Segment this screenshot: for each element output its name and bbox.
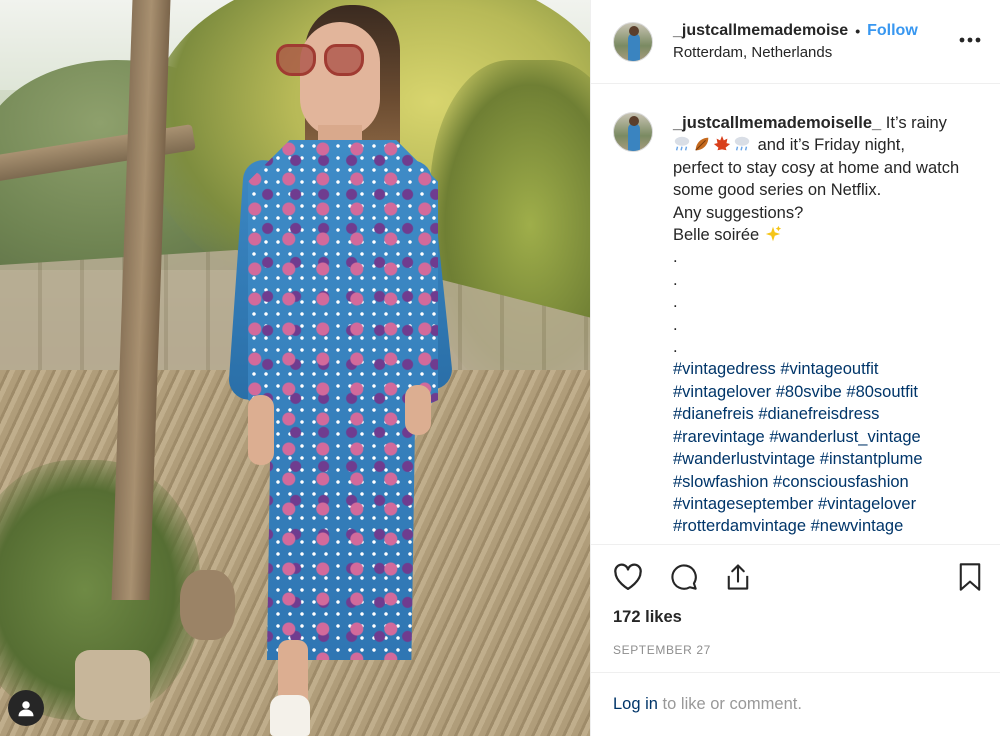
photo-stone: [75, 650, 150, 720]
heart-icon: [614, 563, 642, 590]
post-header: _justcallmemademoise • Follow Rotterdam,…: [591, 0, 1000, 84]
share-button[interactable]: [721, 560, 755, 594]
hashtag-link[interactable]: #80svibe: [776, 383, 842, 401]
caption-dot: .: [673, 248, 678, 267]
login-bar: Log in to like or comment.: [591, 672, 1000, 736]
post-date[interactable]: SEPTEMBER 27: [613, 643, 711, 657]
caption-text: _justcallmemademoiselle_ It’s rainy and …: [673, 112, 991, 544]
sparkles-icon: [765, 225, 781, 242]
caption-dot: .: [673, 293, 678, 312]
caption-text-2: and it’s Friday night,: [753, 136, 905, 155]
hashtag-link[interactable]: #dianefreis: [673, 405, 754, 423]
photo-person-shoe: [270, 695, 310, 736]
photo-person-hand: [405, 385, 431, 435]
photo-person-face: [300, 22, 380, 137]
photo-person-sunglasses: [276, 44, 368, 78]
hashtag-link[interactable]: #vintagedress: [673, 360, 776, 378]
photo-rock: [180, 570, 235, 640]
location-link[interactable]: Rotterdam, Netherlands: [673, 44, 918, 61]
caption-line-5: Any suggestions?: [673, 203, 804, 222]
user-icon: [18, 701, 34, 717]
hashtag-link[interactable]: #vintagelover: [673, 383, 771, 401]
hashtag-link[interactable]: #vintageoutfit: [780, 360, 878, 378]
photo-person-hand: [248, 395, 274, 465]
header-username[interactable]: _justcallmemademoise: [673, 22, 848, 40]
caption-line-4: some good series on Netflix.: [673, 181, 882, 200]
caption-dot: .: [673, 338, 678, 357]
hashtag-link[interactable]: #vintagelover: [818, 495, 916, 513]
hashtag-link[interactable]: #rotterdamvintage: [673, 517, 806, 535]
caption-line-6: Belle soirée: [673, 226, 760, 245]
hashtag-link[interactable]: #slowfashion: [673, 473, 768, 491]
caption-username[interactable]: _justcallmemademoiselle_: [673, 114, 881, 132]
caption-dot: .: [673, 270, 678, 289]
comment-button[interactable]: [667, 560, 701, 594]
caption-area: _justcallmemademoiselle_ It’s rainy and …: [591, 84, 1000, 545]
caption-dot: .: [673, 315, 678, 334]
likes-count[interactable]: 172 likes: [613, 608, 682, 627]
avatar[interactable]: [613, 21, 653, 62]
hashtag-link[interactable]: #vintageseptember: [673, 495, 813, 513]
like-button[interactable]: [611, 560, 645, 594]
caption-text-1: It’s rainy: [881, 114, 947, 132]
separator-dot: •: [855, 23, 861, 39]
post-photo[interactable]: [0, 0, 590, 736]
tagged-user-button[interactable]: [8, 690, 44, 726]
rain-cloud-icon: [734, 137, 750, 151]
hashtag-link[interactable]: #wanderlust_vintage: [769, 428, 920, 446]
hashtag-link[interactable]: #consciousfashion: [773, 473, 909, 491]
post-sidebar: _justcallmemademoise • Follow Rotterdam,…: [590, 0, 1000, 736]
login-prompt: to like or comment.: [657, 695, 802, 713]
leaves-icon: [695, 138, 709, 152]
hashtag-link[interactable]: #newvintage: [811, 517, 904, 535]
share-icon: [727, 564, 749, 590]
hashtag-link[interactable]: #80soutfit: [846, 383, 918, 401]
caption-line-3: perfect to stay cosy at home and watch: [673, 158, 960, 177]
hashtag-link[interactable]: #instantplume: [820, 450, 923, 468]
rain-cloud-icon: [674, 137, 690, 151]
follow-button[interactable]: Follow: [867, 22, 918, 40]
login-link[interactable]: Log in: [613, 695, 658, 713]
more-options-button[interactable]: [958, 28, 982, 52]
hashtag-link[interactable]: #wanderlustvintage: [673, 450, 815, 468]
save-button[interactable]: [953, 560, 987, 594]
action-bar: [591, 560, 1000, 596]
comment-icon: [671, 564, 697, 590]
hashtag-link[interactable]: #rarevintage: [673, 428, 765, 446]
caption-avatar[interactable]: [613, 112, 653, 152]
maple-leaf-icon: [713, 136, 731, 151]
bookmark-icon: [959, 563, 981, 591]
more-options-icon: [959, 37, 981, 43]
hashtag-link[interactable]: #dianefreisdress: [758, 405, 879, 423]
